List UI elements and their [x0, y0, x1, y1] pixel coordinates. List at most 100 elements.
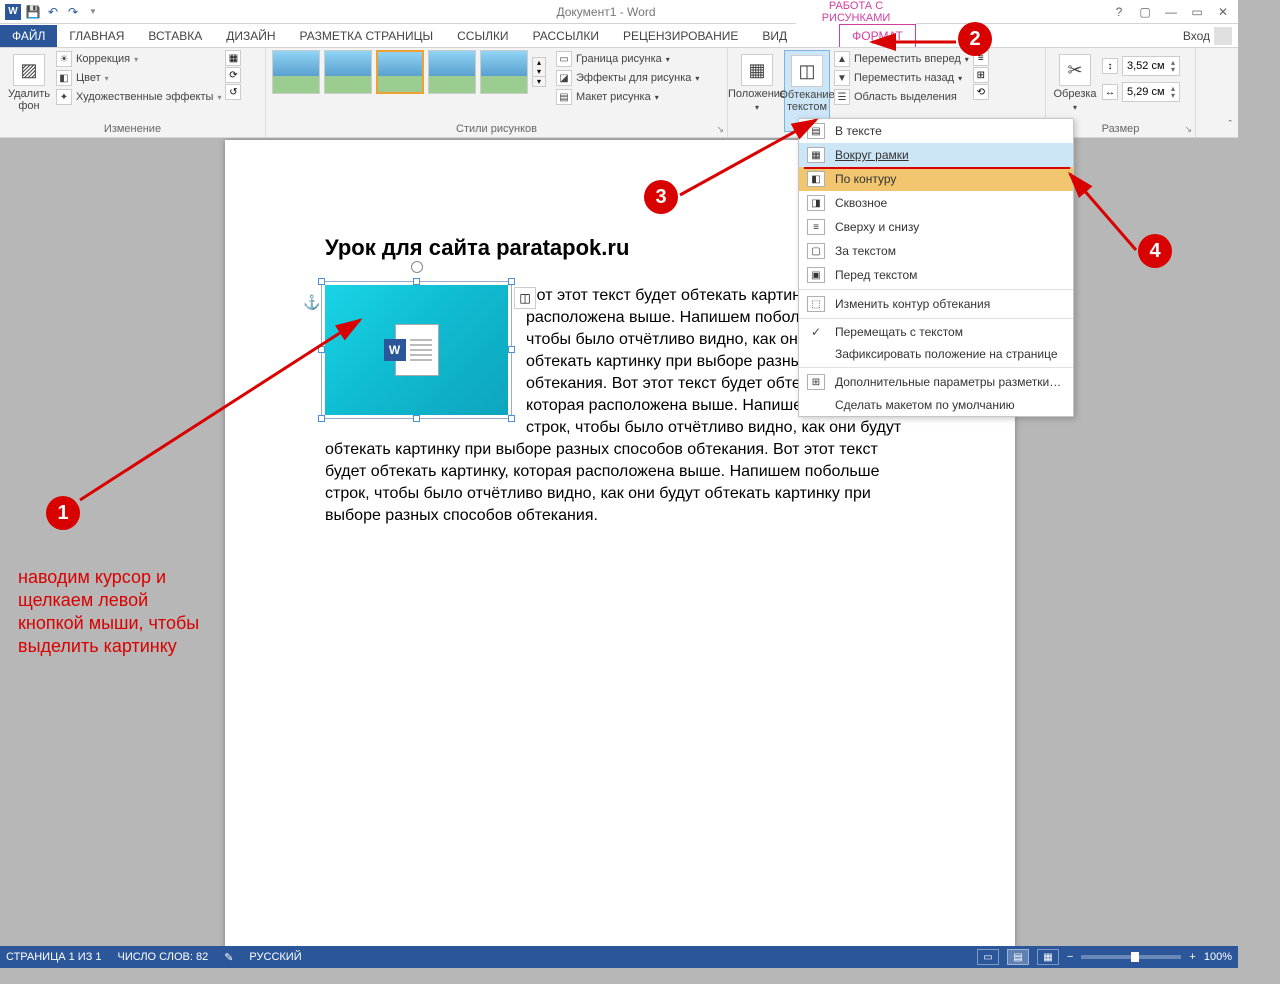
- title-bar: W 💾 ↶ ↷ ▼ Документ1 - Word РАБОТА С РИСУ…: [0, 0, 1238, 24]
- status-page[interactable]: СТРАНИЦА 1 ИЗ 1: [6, 951, 102, 963]
- zoom-in[interactable]: +: [1189, 951, 1195, 963]
- ribbon-display-icon[interactable]: ▢: [1136, 3, 1154, 21]
- view-print-layout[interactable]: ▤: [1007, 949, 1029, 965]
- annotation-badge-3: 3: [644, 180, 678, 214]
- wrap-front[interactable]: ▣Перед текстом: [799, 263, 1073, 287]
- resize-handle[interactable]: [318, 415, 325, 422]
- picture-styles-gallery[interactable]: ▴ ▾ ▾: [272, 50, 546, 94]
- sign-in[interactable]: Вход: [1183, 27, 1238, 45]
- corrections-button[interactable]: ☀Коррекция▾: [56, 50, 221, 68]
- zoom-out[interactable]: −: [1067, 951, 1073, 963]
- style-thumb[interactable]: [324, 50, 372, 94]
- status-language[interactable]: РУССКИЙ: [249, 951, 301, 963]
- tab-references[interactable]: ССЫЛКИ: [445, 25, 520, 47]
- tab-view[interactable]: ВИД: [750, 25, 799, 47]
- edit-wrap-points[interactable]: ⬚Изменить контур обтекания: [799, 292, 1073, 316]
- avatar-icon: [1214, 27, 1232, 45]
- tab-page-layout[interactable]: РАЗМЕТКА СТРАНИЦЫ: [288, 25, 446, 47]
- word-app-icon: W: [4, 3, 22, 21]
- fix-position[interactable]: Зафиксировать положение на странице: [799, 343, 1073, 365]
- reset-picture-icon[interactable]: ↺: [225, 84, 241, 100]
- bring-forward-icon: ▲: [834, 51, 850, 67]
- tab-insert[interactable]: ВСТАВКА: [136, 25, 214, 47]
- more-layout-options[interactable]: ⊞Дополнительные параметры разметки…: [799, 370, 1073, 394]
- qat-customize-icon[interactable]: ▼: [84, 3, 102, 21]
- inserted-picture[interactable]: ⚓ ◫ W: [325, 285, 508, 415]
- quick-access-toolbar: W 💾 ↶ ↷ ▼: [0, 3, 102, 21]
- position-button[interactable]: ▦ Положение ▾: [734, 50, 780, 118]
- change-picture-icon[interactable]: ⟳: [225, 67, 241, 83]
- picture-layout-button[interactable]: ▤Макет рисунка▾: [556, 88, 699, 106]
- view-read-mode[interactable]: ▭: [977, 949, 999, 965]
- tab-format[interactable]: ФОРМАТ: [839, 24, 916, 47]
- width-input[interactable]: 5,29 см▴▾: [1122, 82, 1180, 102]
- crop-button[interactable]: ✂ Обрезка ▾: [1052, 50, 1098, 118]
- wrap-through[interactable]: ◨Сквозное: [799, 191, 1073, 215]
- move-with-text[interactable]: ✓Перемещать с текстом: [799, 321, 1073, 343]
- picture-border-button[interactable]: ▭Граница рисунка▾: [556, 50, 699, 68]
- edit-points-icon: ⬚: [807, 296, 825, 312]
- check-icon: ✓: [807, 325, 825, 339]
- group-button[interactable]: ⊞: [973, 67, 989, 83]
- resize-handle[interactable]: [508, 415, 515, 422]
- wrap-top-bottom[interactable]: ≡Сверху и снизу: [799, 215, 1073, 239]
- zoom-level[interactable]: 100%: [1204, 951, 1232, 963]
- size-dialog-launcher[interactable]: ↘: [1184, 124, 1192, 135]
- remove-background-button[interactable]: ▨ Удалить фон: [6, 50, 52, 116]
- effects-icon: ◪: [556, 70, 572, 86]
- wrap-square[interactable]: ▦Вокруг рамки: [799, 143, 1073, 167]
- bring-forward-button[interactable]: ▲Переместить вперед▾: [834, 50, 969, 68]
- compress-pictures-icon[interactable]: ▦: [225, 50, 241, 66]
- rotate-button[interactable]: ⟲: [973, 84, 989, 100]
- close-icon[interactable]: ✕: [1214, 3, 1232, 21]
- resize-handle[interactable]: [508, 346, 515, 353]
- layout-options-icon[interactable]: ◫: [514, 287, 536, 309]
- wrap-inline[interactable]: ▤В тексте: [799, 119, 1073, 143]
- picture-effects-button[interactable]: ◪Эффекты для рисунка▾: [556, 69, 699, 87]
- height-input[interactable]: 3,52 см▴▾: [1122, 56, 1180, 76]
- status-proofing-icon[interactable]: ✎: [224, 951, 233, 964]
- styles-dialog-launcher[interactable]: ↘: [716, 124, 724, 135]
- style-thumb[interactable]: [428, 50, 476, 94]
- maximize-icon[interactable]: ▭: [1188, 3, 1206, 21]
- artistic-effects-button[interactable]: ✦Художественные эффекты▾: [56, 88, 221, 106]
- selection-pane-button[interactable]: ☰Область выделения: [834, 88, 969, 106]
- status-word-count[interactable]: ЧИСЛО СЛОВ: 82: [118, 951, 209, 963]
- resize-handle[interactable]: [508, 278, 515, 285]
- color-button[interactable]: ◧Цвет▾: [56, 69, 221, 87]
- redo-icon[interactable]: ↷: [64, 3, 82, 21]
- wrap-square-icon: ▦: [807, 147, 825, 163]
- save-icon[interactable]: 💾: [24, 3, 42, 21]
- resize-handle[interactable]: [413, 415, 420, 422]
- resize-handle[interactable]: [413, 278, 420, 285]
- gallery-scroll-down[interactable]: ▾: [533, 67, 545, 76]
- tab-home[interactable]: ГЛАВНАЯ: [57, 25, 136, 47]
- wrap-through-icon: ◨: [807, 195, 825, 211]
- style-thumb-selected[interactable]: [376, 50, 424, 94]
- resize-handle[interactable]: [318, 346, 325, 353]
- group-styles-label: Стили рисунков: [272, 123, 721, 137]
- gallery-more[interactable]: ▾: [533, 76, 545, 86]
- wrap-behind[interactable]: ▢За текстом: [799, 239, 1073, 263]
- anchor-icon: ⚓: [303, 291, 320, 313]
- zoom-slider[interactable]: [1081, 955, 1181, 959]
- wrap-tight[interactable]: ◧По контуру: [799, 167, 1073, 191]
- undo-icon[interactable]: ↶: [44, 3, 62, 21]
- style-thumb[interactable]: [272, 50, 320, 94]
- tab-file[interactable]: ФАЙЛ: [0, 25, 57, 47]
- view-web-layout[interactable]: ▦: [1037, 949, 1059, 965]
- minimize-icon[interactable]: —: [1162, 3, 1180, 21]
- style-thumb[interactable]: [480, 50, 528, 94]
- send-backward-icon: ▼: [834, 70, 850, 86]
- send-backward-button[interactable]: ▼Переместить назад▾: [834, 69, 969, 87]
- rotate-handle[interactable]: [411, 261, 423, 273]
- resize-handle[interactable]: [318, 278, 325, 285]
- tab-design[interactable]: ДИЗАЙН: [214, 25, 287, 47]
- collapse-ribbon-icon[interactable]: ˆ: [1228, 119, 1232, 131]
- gallery-scroll-up[interactable]: ▴: [533, 58, 545, 67]
- help-icon[interactable]: ?: [1110, 3, 1128, 21]
- tab-mailings[interactable]: РАССЫЛКИ: [521, 25, 611, 47]
- layout-icon: ▤: [556, 89, 572, 105]
- set-default-layout[interactable]: Сделать макетом по умолчанию: [799, 394, 1073, 416]
- tab-review[interactable]: РЕЦЕНЗИРОВАНИЕ: [611, 25, 750, 47]
